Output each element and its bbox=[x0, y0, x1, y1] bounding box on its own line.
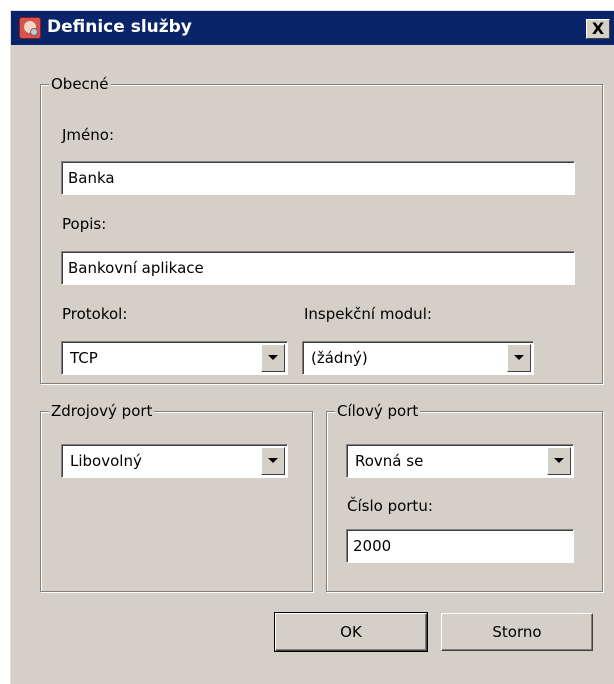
port-number-input[interactable]: 2000 bbox=[346, 529, 574, 563]
close-icon: X bbox=[591, 19, 605, 38]
description-input[interactable]: Bankovní aplikace bbox=[61, 251, 575, 285]
inspection-module-label: Inspekční modul: bbox=[304, 305, 432, 323]
description-label: Popis: bbox=[62, 215, 107, 233]
source-port-select[interactable]: Libovolný bbox=[61, 444, 288, 478]
source-port-select-value: Libovolný bbox=[70, 452, 142, 470]
protocol-select[interactable]: TCP bbox=[61, 341, 288, 375]
close-button[interactable]: X bbox=[586, 19, 610, 39]
chevron-down-icon[interactable] bbox=[261, 447, 285, 475]
destination-port-legend: Cílový port bbox=[335, 401, 421, 421]
name-label: Jméno: bbox=[62, 126, 115, 144]
port-number-label: Číslo portu: bbox=[347, 497, 433, 515]
ok-button[interactable]: OK bbox=[274, 612, 428, 652]
title-bar: Definice služby X bbox=[11, 11, 614, 45]
protocol-label: Protokol: bbox=[62, 305, 128, 323]
destination-port-select[interactable]: Rovná se bbox=[346, 444, 574, 478]
window-title: Definice služby bbox=[47, 17, 192, 37]
inspection-module-select-value: (žádný) bbox=[311, 349, 368, 367]
name-input[interactable]: Banka bbox=[61, 161, 575, 195]
inspection-module-select[interactable]: (žádný) bbox=[302, 341, 534, 375]
destination-port-select-value: Rovná se bbox=[355, 452, 424, 470]
destination-port-group: Cílový port Rovná se Číslo portu: 2000 bbox=[326, 401, 603, 592]
dialog-window: Definice služby X Obecné Jméno: Banka Po… bbox=[10, 10, 614, 684]
general-group: Obecné Jméno: Banka Popis: Bankovní apli… bbox=[40, 74, 603, 384]
source-port-group: Zdrojový port Libovolný bbox=[40, 401, 313, 592]
protocol-select-value: TCP bbox=[70, 349, 98, 367]
chevron-down-icon[interactable] bbox=[261, 344, 285, 372]
service-definition-icon bbox=[19, 17, 41, 39]
source-port-legend: Zdrojový port bbox=[49, 401, 155, 421]
chevron-down-icon[interactable] bbox=[507, 344, 531, 372]
general-group-legend: Obecné bbox=[49, 74, 111, 94]
cancel-button[interactable]: Storno bbox=[441, 613, 593, 651]
chevron-down-icon[interactable] bbox=[547, 447, 571, 475]
